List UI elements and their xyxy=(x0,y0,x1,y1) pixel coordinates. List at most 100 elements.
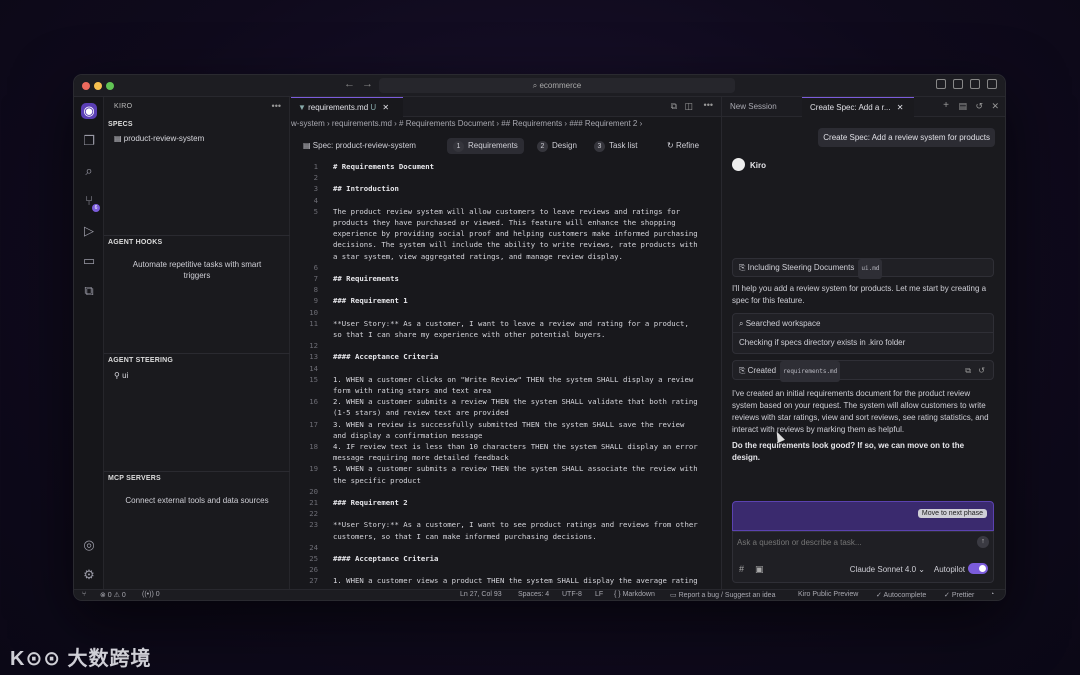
code-line[interactable]: 9 ### Requirement 1 xyxy=(291,295,721,306)
steering-item-ui[interactable]: ⚲ ui xyxy=(114,371,128,380)
history-icon[interactable]: ↺ xyxy=(975,101,983,112)
code-line[interactable]: 6 xyxy=(291,262,721,273)
forward-arrow-icon[interactable]: → xyxy=(362,78,373,90)
report-bug-link[interactable]: ▭ Report a bug / Suggest an idea xyxy=(670,591,775,599)
code-line[interactable]: 14 xyxy=(291,363,721,374)
kiro-preview-label[interactable]: Kiro Public Preview xyxy=(798,591,858,598)
layout-icon[interactable] xyxy=(936,79,946,89)
tab-new-session[interactable]: New Session xyxy=(722,97,794,117)
toggle-sidebar-icon[interactable] xyxy=(953,79,963,89)
code-line[interactable]: decisions. The system will include the a… xyxy=(291,239,721,250)
code-line[interactable]: 11 **User Story:** As a customer, I want … xyxy=(291,318,721,329)
code-line[interactable]: 20 xyxy=(291,486,721,497)
code-line[interactable]: (1-5 stars) and review text are provided xyxy=(291,407,721,418)
code-line[interactable]: 18 4. IF review text is less than 10 char… xyxy=(291,441,721,452)
code-line[interactable]: form with rating stars and text area xyxy=(291,385,721,396)
command-search[interactable]: ⌕ ecommerce xyxy=(379,78,735,93)
language-mode[interactable]: { } Markdown xyxy=(614,591,655,598)
ports-indicator[interactable]: ((•)) 0 xyxy=(142,591,160,598)
indentation[interactable]: Spaces: 4 xyxy=(518,591,549,598)
kiro-ghost-icon[interactable]: ◉ xyxy=(81,103,97,119)
spec-tab-requirements[interactable]: 1 Requirements xyxy=(447,138,524,154)
code-line[interactable]: 4 xyxy=(291,195,721,206)
spec-tab-design[interactable]: 2 Design xyxy=(531,138,583,154)
chat-layout-icon[interactable]: ▤ xyxy=(958,101,967,112)
code-line[interactable]: message requiring more detailed feedback xyxy=(291,452,721,463)
back-arrow-icon[interactable]: ← xyxy=(344,78,355,90)
spec-item-product-review-system[interactable]: ▤ product-review-system xyxy=(114,134,204,143)
code-line[interactable]: 8 xyxy=(291,284,721,295)
agent-steering-section-title[interactable]: AGENT STEERING xyxy=(108,357,173,364)
autopilot-toggle[interactable] xyxy=(968,563,988,574)
close-window-button[interactable] xyxy=(82,82,90,90)
source-control-icon[interactable]: ⑂ 6 xyxy=(81,193,100,212)
code-line[interactable]: 3 ## Introduction xyxy=(291,183,721,194)
split-editor-icon[interactable]: ◫ xyxy=(684,101,693,112)
editor-more-icon[interactable]: ••• xyxy=(704,100,713,110)
code-line[interactable]: 10 xyxy=(291,307,721,318)
close-tab-icon[interactable]: ✕ xyxy=(897,103,904,112)
account-icon[interactable]: ◎ xyxy=(81,537,97,553)
agent-hooks-section-title[interactable]: AGENT HOOKS xyxy=(108,239,162,246)
code-line[interactable]: a star system, view aggregated ratings, … xyxy=(291,251,721,262)
revert-icon[interactable]: ↺ xyxy=(978,361,985,380)
code-line[interactable]: 27 1. WHEN a customer views a product THE… xyxy=(291,575,721,586)
context-hash-icon[interactable]: # xyxy=(739,564,744,574)
line-ending[interactable]: LF xyxy=(595,591,603,598)
code-line[interactable]: 13 #### Acceptance Criteria xyxy=(291,351,721,362)
maximize-window-button[interactable] xyxy=(106,82,114,90)
close-tab-icon[interactable]: ✕ xyxy=(382,103,389,112)
new-chat-icon[interactable]: + xyxy=(943,100,949,111)
explorer-icon[interactable]: ❐ xyxy=(81,133,97,149)
model-selector[interactable]: Claude Sonnet 4.0 ⌄ xyxy=(850,565,925,574)
more-actions-icon[interactable]: ••• xyxy=(272,101,281,111)
code-line[interactable]: so that I can share my experience with o… xyxy=(291,329,721,340)
open-preview-icon[interactable]: ⧉ xyxy=(671,101,677,112)
branch-icon[interactable]: ⑂ xyxy=(82,591,86,598)
cursor-position[interactable]: Ln 27, Col 93 xyxy=(460,591,502,598)
code-line[interactable]: 15 1. WHEN a customer clicks on "Write Re… xyxy=(291,374,721,385)
move-to-next-phase-button[interactable]: Move to next phase xyxy=(917,509,987,518)
toggle-panel-icon[interactable] xyxy=(970,79,980,89)
encoding[interactable]: UTF-8 xyxy=(562,591,582,598)
tab-requirements-md[interactable]: ▼ requirements.md U ✕ xyxy=(291,97,403,117)
specs-section-title[interactable]: SPECS xyxy=(108,121,133,128)
send-arrow-icon[interactable]: ↑ xyxy=(977,536,989,548)
search-workspace-card[interactable]: ⌕ Searched workspace Checking if specs d… xyxy=(732,313,994,354)
extensions-icon[interactable]: ⧉ xyxy=(81,283,97,299)
tab-create-spec[interactable]: Create Spec: Add a r... ✕ xyxy=(802,97,914,117)
breadcrumb[interactable]: w-system › requirements.md › # Requireme… xyxy=(291,119,721,131)
code-line[interactable]: 25 #### Acceptance Criteria xyxy=(291,553,721,564)
remote-explorer-icon[interactable]: ▭ xyxy=(81,253,97,269)
code-line[interactable]: 12 xyxy=(291,340,721,351)
open-diff-icon[interactable]: ⧉ xyxy=(965,361,971,380)
code-line[interactable]: 24 xyxy=(291,542,721,553)
code-line[interactable]: 16 2. WHEN a customer submits a review TH… xyxy=(291,396,721,407)
run-debug-icon[interactable]: ▷ xyxy=(81,223,97,239)
code-line[interactable]: and display a confirmation message xyxy=(291,430,721,441)
settings-gear-icon[interactable]: ⚙ xyxy=(81,567,97,583)
refine-button[interactable]: ↻ Refine xyxy=(661,138,705,154)
autocomplete-toggle[interactable]: ✓ Autocomplete xyxy=(876,591,926,599)
code-line[interactable]: experience by providing social proof and… xyxy=(291,228,721,239)
code-line[interactable]: 7 ## Requirements xyxy=(291,273,721,284)
created-file-card[interactable]: ⎘ Created requirements.md ⧉ ↺ xyxy=(732,360,994,382)
minimize-window-button[interactable] xyxy=(94,82,102,90)
code-line[interactable]: 19 5. WHEN a customer submits a review TH… xyxy=(291,463,721,474)
search-icon[interactable]: ⌕ xyxy=(81,163,97,179)
image-attach-icon[interactable]: ▣ xyxy=(755,564,764,575)
code-line[interactable]: the specific product xyxy=(291,475,721,486)
mcp-servers-section-title[interactable]: MCP SERVERS xyxy=(108,475,161,482)
chat-input[interactable] xyxy=(737,538,957,547)
code-line[interactable]: 2 xyxy=(291,172,721,183)
code-line[interactable]: 26 xyxy=(291,564,721,575)
code-editor[interactable]: 1 # Requirements Document 2 3 ## Introductio… xyxy=(291,161,721,591)
code-line[interactable]: products they have purchased or viewed. … xyxy=(291,217,721,228)
code-line[interactable]: 23 **User Story:** As a customer, I want … xyxy=(291,519,721,530)
problems-indicator[interactable]: ⊗ 0 ⚠ 0 xyxy=(100,591,126,599)
close-panel-icon[interactable]: ✕ xyxy=(991,101,999,112)
code-line[interactable]: 17 3. WHEN a review is successfully submi… xyxy=(291,419,721,430)
code-line[interactable]: 21 ### Requirement 2 xyxy=(291,497,721,508)
code-line[interactable]: customers, so that I can make informed p… xyxy=(291,531,721,542)
code-line[interactable]: 5 The product review system will allow cu… xyxy=(291,206,721,217)
